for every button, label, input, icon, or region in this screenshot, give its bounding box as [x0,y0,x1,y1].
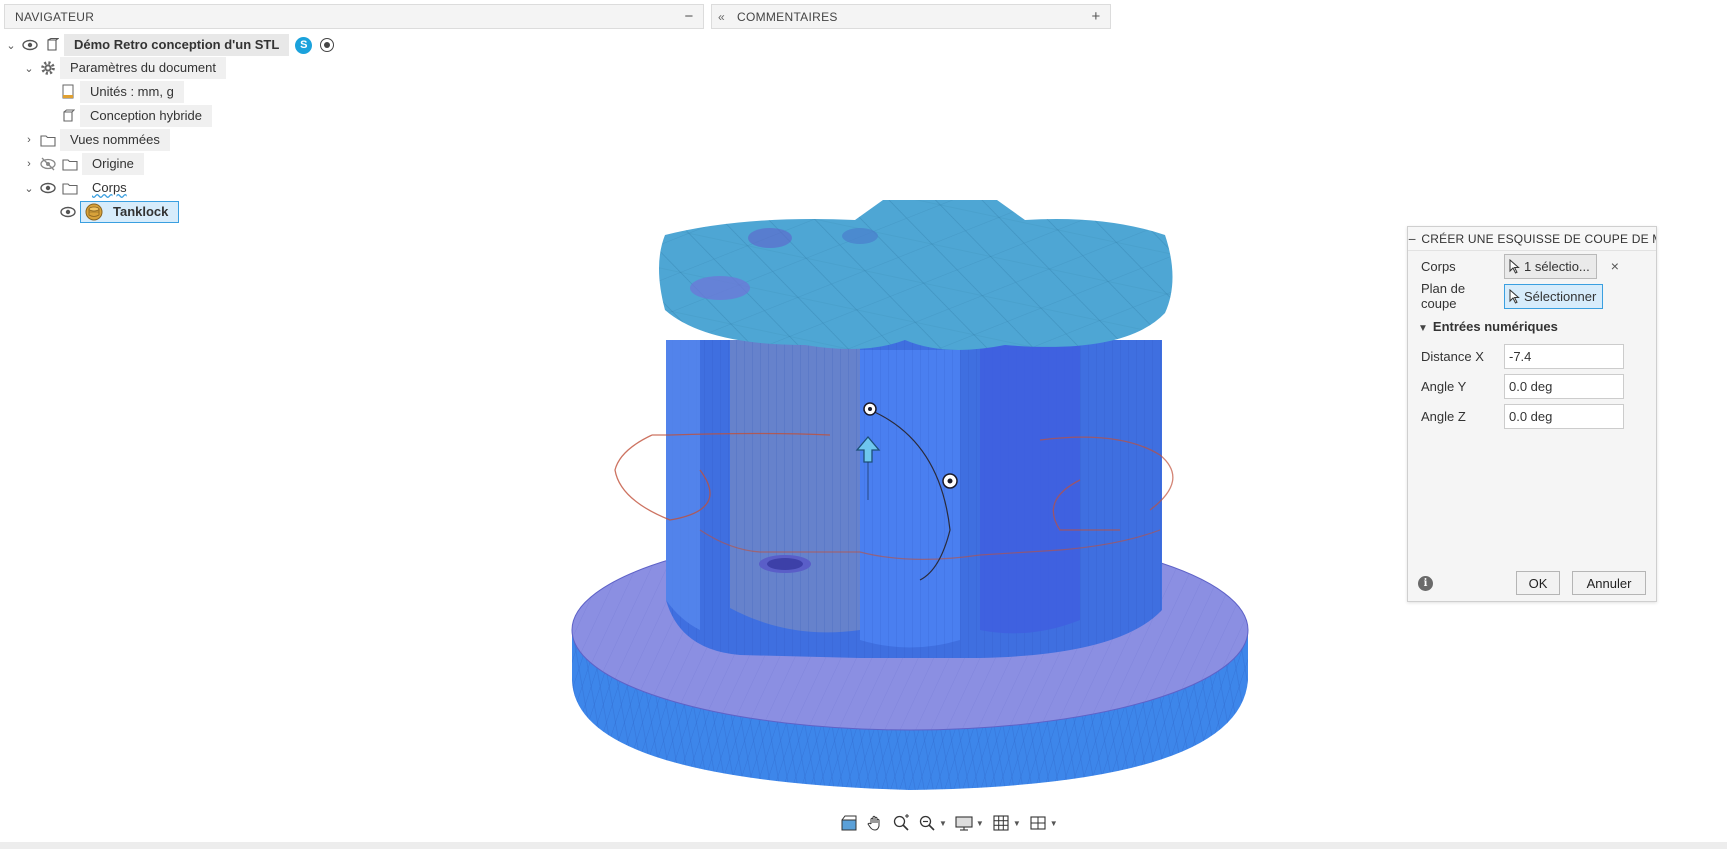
angle-z-label: Angle Z [1421,408,1466,424]
dialog-footer: i OK Annuler [1408,565,1656,601]
numeric-inputs-section[interactable]: ▼ Entrées numériques [1408,312,1656,340]
eye-icon[interactable] [20,35,40,55]
folder-icon [60,154,80,174]
eye-hidden-icon[interactable] [38,154,58,174]
angle-y-row: Angle Y 0.0 deg [1408,372,1656,400]
chevron-right-icon[interactable]: › [20,158,38,170]
numeric-inputs-title: Entrées numériques [1432,318,1558,334]
tree-hybrid-label[interactable]: Conception hybride [80,105,213,127]
dialog-minimize-button[interactable]: − [1408,231,1416,247]
zoom-icon[interactable] [916,812,938,834]
navigator-title: NAVIGATEUR [15,9,95,24]
eye-icon[interactable] [38,178,58,198]
grid-dropdown-icon[interactable]: ▼ [1013,819,1021,828]
eye-icon[interactable] [58,202,78,222]
chevron-right-icon[interactable]: › [20,134,38,146]
plane-label: Plan de coupe [1421,281,1466,311]
grid-icon[interactable] [990,812,1012,834]
cursor-icon [1509,288,1520,304]
status-strip [0,842,1727,849]
folder-icon [38,130,58,150]
plane-select-button[interactable]: Sélectionner [1504,283,1604,309]
tree-named-views-row[interactable]: › Vues nommées [20,128,170,152]
plane-select-value: Sélectionner [1524,288,1597,304]
chevron-down-icon[interactable]: ⌄ [2,39,20,52]
plane-selection-row: Plan de coupe Sélectionner [1408,281,1656,311]
tree-bodies-row[interactable]: ⌄ Corps [20,176,137,200]
display-icon[interactable] [953,812,975,834]
tree-root-label[interactable]: Démo Retro conception d'un STL [64,34,290,56]
activate-radio-icon[interactable] [320,38,335,52]
dialog-header: − CRÉER UNE ESQUISSE DE COUPE DE MA [1408,227,1656,251]
folder-icon [60,178,80,198]
navigation-toolbar: ▼ ▼ ▼ ▼ [838,811,1060,835]
tree-origin-label[interactable]: Origine [82,153,144,175]
tree-units-row[interactable]: Unités : mm, g [58,80,184,104]
design-type-icon [58,106,78,126]
tree-origin-row[interactable]: › Origine [20,152,144,176]
comments-title: COMMENTAIRES [736,9,838,24]
tree-doc-settings-row[interactable]: ⌄ Paramètres du document [20,56,226,80]
units-icon [58,82,78,102]
body-select-button[interactable]: 1 sélectio... [1504,253,1597,279]
viewport-3d-model[interactable] [560,195,1260,793]
gear-icon [38,58,58,78]
tanklock-text: Tanklock [113,204,169,219]
triangle-down-icon: ▼ [1418,322,1428,334]
tree-doc-settings-label[interactable]: Paramètres du document [60,57,226,79]
navigator-header: NAVIGATEUR − [4,4,704,29]
tree-hybrid-row[interactable]: Conception hybride [58,104,213,128]
pan-icon[interactable] [864,812,886,834]
tree-named-views-label[interactable]: Vues nommées [60,129,170,151]
tree-units-label[interactable]: Unités : mm, g [80,81,184,103]
create-section-sketch-dialog: − CRÉER UNE ESQUISSE DE COUPE DE MA Corp… [1407,226,1657,602]
chevron-down-icon[interactable]: ⌄ [20,62,38,75]
angle-z-row: Angle Z 0.0 deg [1408,402,1656,430]
tree-root-row[interactable]: ⌄ Démo Retro conception d'un STL S [2,33,335,57]
mesh-body-icon [85,203,103,221]
comments-add-button[interactable]: + [1082,8,1110,25]
zoom-window-icon[interactable] [890,812,912,834]
tree-bodies-label[interactable]: Corps [82,177,137,199]
distance-x-input[interactable]: -7.4 [1504,343,1624,369]
distance-x-label: Distance X [1421,348,1484,364]
numeric-inputs-toggle[interactable]: ▼ Entrées numériques [1408,319,1558,334]
viewports-icon[interactable] [1027,812,1049,834]
clear-selection-button[interactable]: × [1611,258,1619,274]
chevron-down-icon[interactable]: ⌄ [20,182,38,195]
body-label: Corps [1421,258,1456,274]
body-selection-row: Corps 1 sélectio... × [1408,252,1656,280]
distance-x-row: Distance X -7.4 [1408,342,1656,370]
dialog-title: CRÉER UNE ESQUISSE DE COUPE DE MA [1421,231,1657,246]
angle-z-input[interactable]: 0.0 deg [1504,403,1624,429]
body-select-value: 1 sélectio... [1524,258,1590,274]
viewports-dropdown-icon[interactable]: ▼ [1050,819,1058,828]
comments-collapse-button[interactable]: « [718,10,725,24]
tree-tanklock-label[interactable]: Tanklock [80,201,180,223]
angle-y-input[interactable]: 0.0 deg [1504,373,1624,399]
navigator-minimize-button[interactable]: − [675,8,703,25]
s-badge-icon: S [295,36,313,54]
zoom-dropdown-icon[interactable]: ▼ [939,819,947,828]
display-dropdown-icon[interactable]: ▼ [976,819,984,828]
grid-orbit-icon[interactable] [838,812,860,834]
cancel-button[interactable]: Annuler [1572,571,1646,595]
angle-y-label: Angle Y [1421,378,1467,394]
comments-header: « COMMENTAIRES + [711,4,1111,29]
cursor-icon [1509,258,1520,274]
tree-tanklock-row[interactable]: Tanklock [58,200,180,224]
info-icon[interactable]: i [1418,575,1433,591]
component-icon [42,35,62,55]
ok-button[interactable]: OK [1516,571,1560,595]
